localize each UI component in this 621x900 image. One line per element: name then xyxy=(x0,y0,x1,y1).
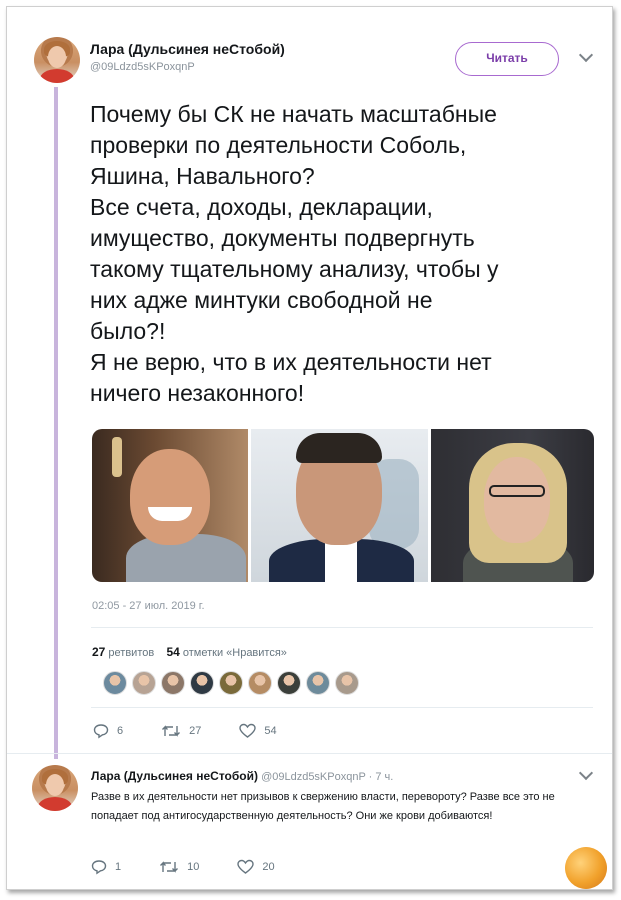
liker-avatar[interactable] xyxy=(335,671,359,695)
likes-label[interactable]: отметки «Нравится» xyxy=(183,647,287,659)
photo-3[interactable] xyxy=(431,429,594,582)
reply-button[interactable]: 1 xyxy=(91,859,121,875)
reply-count: 6 xyxy=(117,725,124,737)
divider xyxy=(91,707,593,708)
photo-1[interactable] xyxy=(92,429,249,582)
reply-actions: 1 10 20 xyxy=(91,859,313,875)
reply-count: 1 xyxy=(115,861,122,873)
avatar[interactable] xyxy=(34,37,80,83)
timestamp[interactable]: 02:05 - 27 июл. 2019 г. xyxy=(92,600,205,612)
watermark-logo xyxy=(561,843,611,893)
tweet-card: Лара (Дульсинея неСтобой) @09Ldzd5sKPoxq… xyxy=(6,6,613,893)
retweet-icon xyxy=(160,861,179,873)
reply-header: Лара (Дульсинея неСтобой) @09Ldzd5sKPoxq… xyxy=(91,769,393,783)
liker-avatar[interactable] xyxy=(219,671,243,695)
like-count: 20 xyxy=(262,861,275,873)
reply-author-name[interactable]: Лара (Дульсинея неСтобой) xyxy=(91,769,258,783)
retweet-icon xyxy=(162,725,181,737)
like-count: 54 xyxy=(264,725,277,737)
likes-count[interactable]: 54 xyxy=(166,645,179,659)
liker-avatar[interactable] xyxy=(277,671,301,695)
follow-button[interactable]: Читать xyxy=(455,42,559,76)
divider xyxy=(91,627,593,628)
photo-2[interactable] xyxy=(251,429,428,582)
retweet-count: 10 xyxy=(187,861,200,873)
like-button[interactable]: 20 xyxy=(237,859,275,875)
reply-icon xyxy=(91,860,107,875)
author-handle[interactable]: @09Ldzd5sKPoxqnP xyxy=(90,61,195,73)
liker-avatar[interactable] xyxy=(103,671,127,695)
author-name[interactable]: Лара (Дульсинея неСтобой) xyxy=(90,41,285,57)
heart-icon xyxy=(239,723,257,738)
heart-icon xyxy=(237,859,255,874)
reply-button[interactable]: 6 xyxy=(93,723,123,739)
likers-avatars xyxy=(103,671,359,695)
liker-avatar[interactable] xyxy=(306,671,330,695)
divider xyxy=(7,753,612,754)
liker-avatar[interactable] xyxy=(248,671,272,695)
reply-avatar[interactable] xyxy=(32,765,78,811)
thread-line xyxy=(54,87,58,759)
reply-text: Разве в их деятельности нет призывов к с… xyxy=(91,791,555,822)
tweet-photos[interactable] xyxy=(92,429,594,582)
like-button[interactable]: 54 xyxy=(239,723,277,739)
tweet-actions: 6 27 54 xyxy=(93,723,315,739)
chevron-down-icon[interactable] xyxy=(578,765,594,781)
retweet-button[interactable]: 10 xyxy=(159,859,199,875)
reply-meta[interactable]: @09Ldzd5sKPoxqnP · 7 ч. xyxy=(261,771,393,783)
tweet-text: Почему бы СК не начать масштабные провер… xyxy=(90,101,499,406)
reply-icon xyxy=(93,724,109,739)
engagement-stats: 27 ретвитов 54 отметки «Нравится» xyxy=(92,645,287,659)
liker-avatar[interactable] xyxy=(161,671,185,695)
retweet-button[interactable]: 27 xyxy=(161,723,201,739)
chevron-down-icon[interactable] xyxy=(578,47,594,63)
retweets-count[interactable]: 27 xyxy=(92,645,105,659)
retweets-label[interactable]: ретвитов xyxy=(108,647,154,659)
liker-avatar[interactable] xyxy=(132,671,156,695)
retweet-count: 27 xyxy=(189,725,202,737)
liker-avatar[interactable] xyxy=(190,671,214,695)
